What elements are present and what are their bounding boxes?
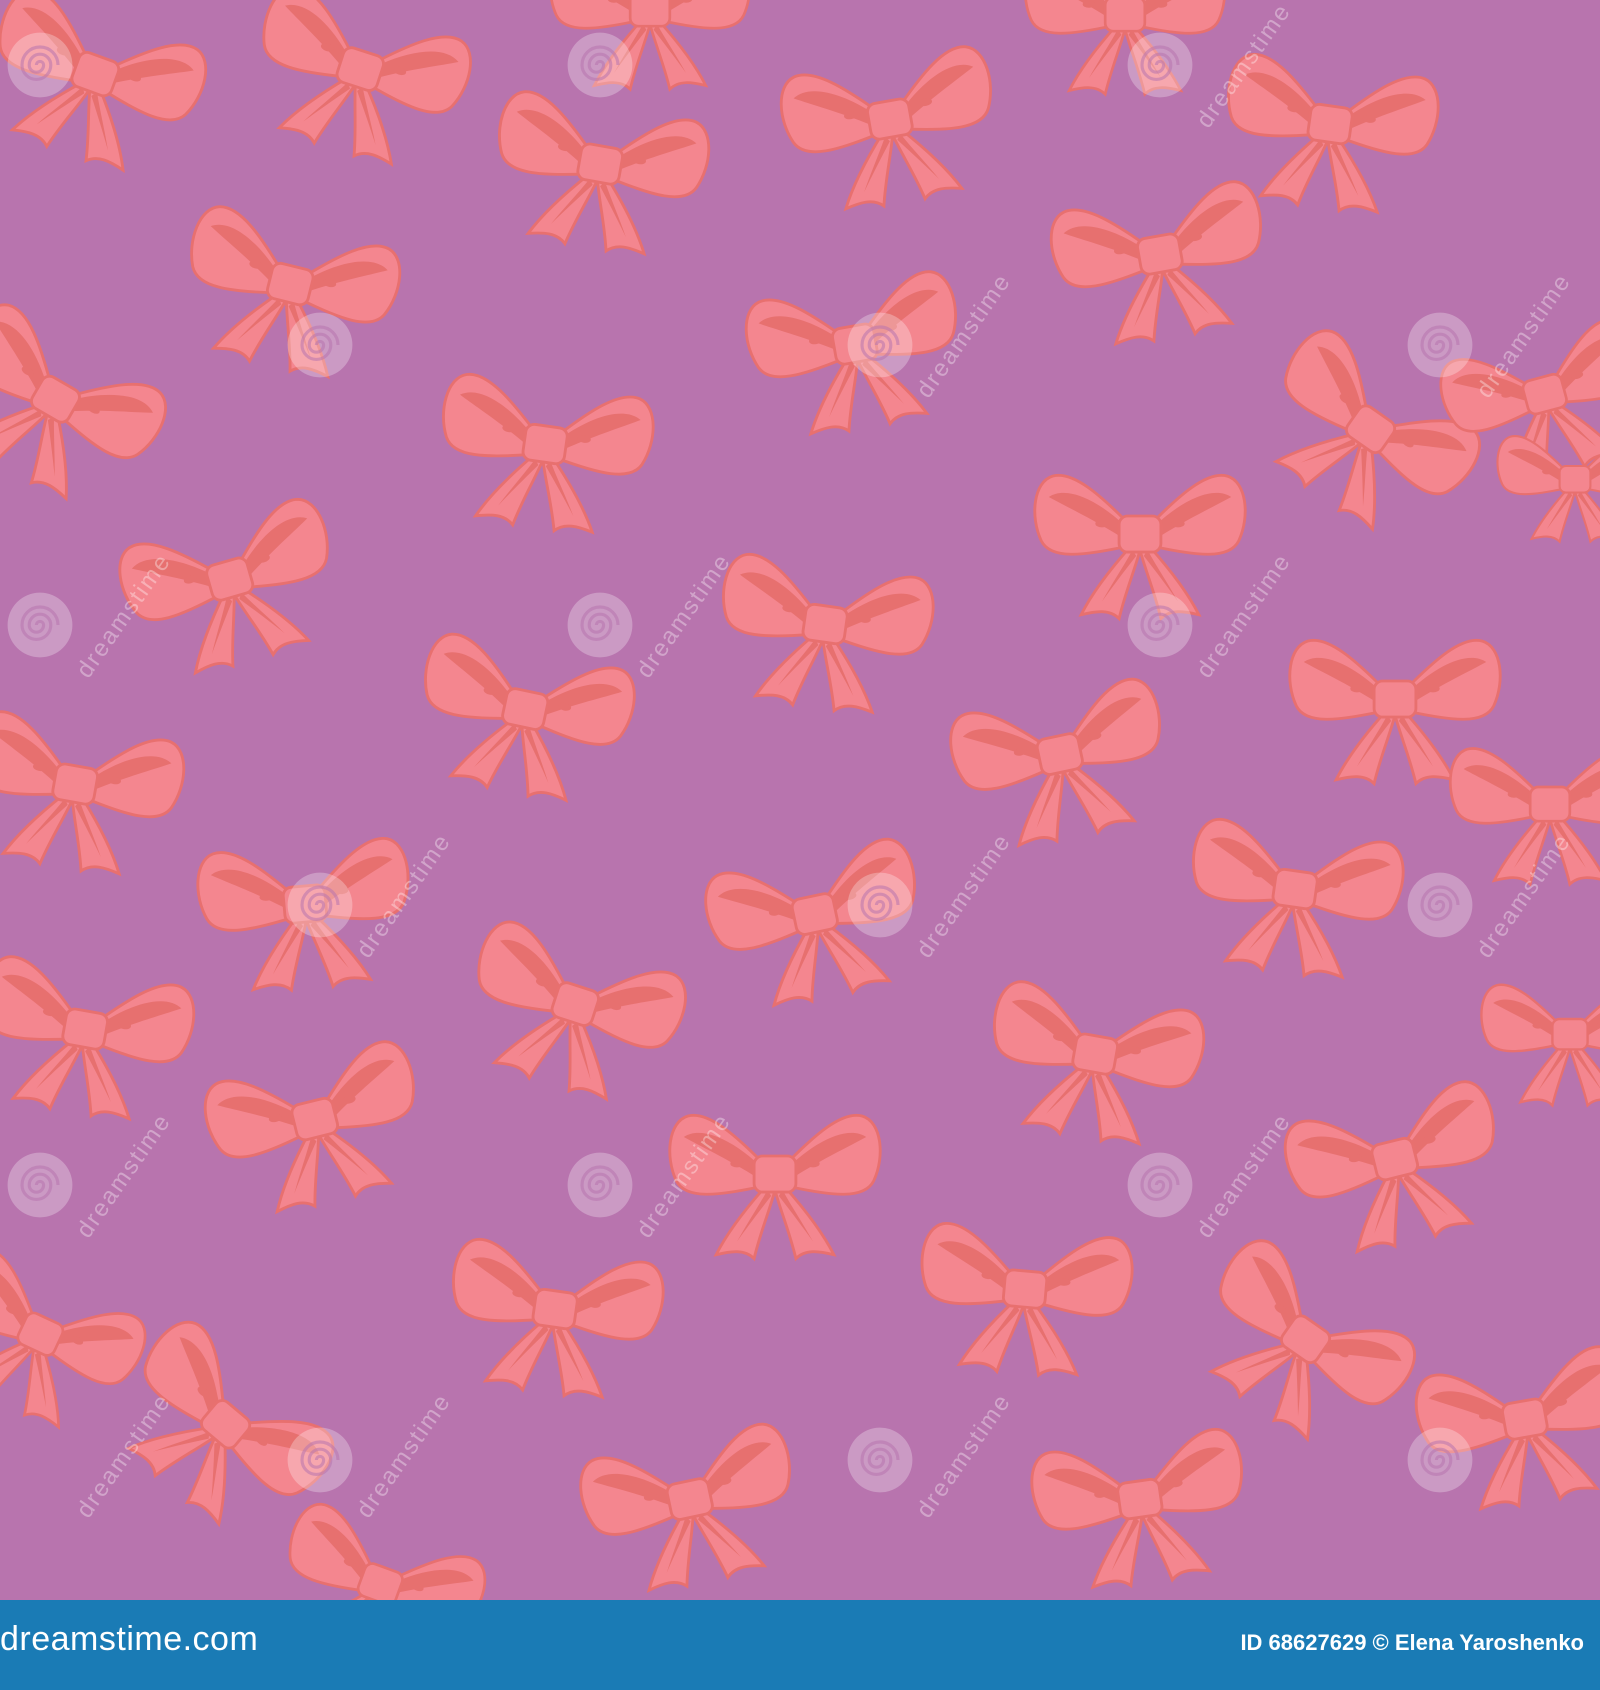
swirl-logo-icon: [1126, 591, 1194, 659]
bow-shape: [1023, 0, 1227, 96]
swirl-logo-icon: [1126, 1151, 1194, 1219]
swirl-logo-icon: [1406, 1426, 1474, 1494]
swirl-logo-icon: [846, 1426, 914, 1494]
swirl-logo-icon: [566, 1151, 634, 1219]
bow-shape: [707, 549, 939, 724]
bow-shape: [197, 1035, 439, 1228]
bow-shape: [447, 914, 695, 1119]
footer-bar: dreamstime.com ID 68627629 © Elena Yaros…: [0, 1600, 1600, 1690]
bow-pattern-image: dreamstime dreamstime dreamstime dreamstime…: [0, 0, 1600, 1600]
bow-shape: [1480, 983, 1600, 1107]
swirl-logo-icon: [286, 1426, 354, 1494]
bow-shape: [0, 1240, 156, 1451]
watermark-text: dreamstime: [911, 1388, 1017, 1523]
bow-pattern-svg: dreamstime dreamstime dreamstime dreamstime…: [0, 0, 1600, 1600]
swirl-logo-icon: [1406, 311, 1474, 379]
bow-shape: [0, 951, 201, 1133]
bow-shape: [427, 369, 659, 544]
bow-shape: [1033, 473, 1247, 621]
bow-shape: [403, 628, 642, 816]
bow-shape: [774, 41, 1010, 223]
watermark-text: dreamstime: [1191, 1108, 1297, 1243]
swirl-logo-icon: [6, 1151, 74, 1219]
swirl-logo-icon: [286, 871, 354, 939]
bow-shape: [232, 0, 480, 184]
bows-layer: [0, 0, 1600, 1600]
watermark-text: dreamstime: [911, 828, 1017, 963]
bow-shape: [1177, 814, 1409, 989]
swirl-logo-icon: [566, 591, 634, 659]
swirl-logo-icon: [846, 871, 914, 939]
bow-shape: [1044, 176, 1280, 358]
footer-site-logo: dreamstime.com: [0, 1620, 259, 1658]
swirl-logo-icon: [846, 311, 914, 379]
swirl-logo-icon: [566, 31, 634, 99]
swirl-logo-icon: [286, 311, 354, 379]
bow-shape: [1277, 1075, 1519, 1268]
bow-shape: [911, 1219, 1137, 1384]
bow-shape: [480, 86, 716, 268]
swirl-logo-icon: [1126, 31, 1194, 99]
bow-shape: [1448, 747, 1600, 886]
footer-credit: ID 68627629 © Elena Yaroshenko: [1240, 1630, 1584, 1655]
watermark-text: dreamstime: [631, 548, 737, 683]
bow-shape: [975, 976, 1211, 1158]
swirl-logo-icon: [6, 591, 74, 659]
watermark-text: dreamstime: [351, 1388, 457, 1523]
bow-shape: [943, 673, 1182, 861]
swirl-logo-icon: [1406, 871, 1474, 939]
watermark-text: dreamstime: [1191, 548, 1297, 683]
bow-shape: [1026, 1424, 1258, 1599]
swirl-logo-icon: [6, 31, 74, 99]
bow-shape: [573, 1418, 812, 1600]
bow-shape: [166, 200, 408, 393]
bow-shape: [437, 1234, 669, 1409]
bow-shape: [0, 294, 178, 527]
bow-shape: [0, 706, 191, 888]
watermark-text: dreamstime: [71, 1108, 177, 1243]
